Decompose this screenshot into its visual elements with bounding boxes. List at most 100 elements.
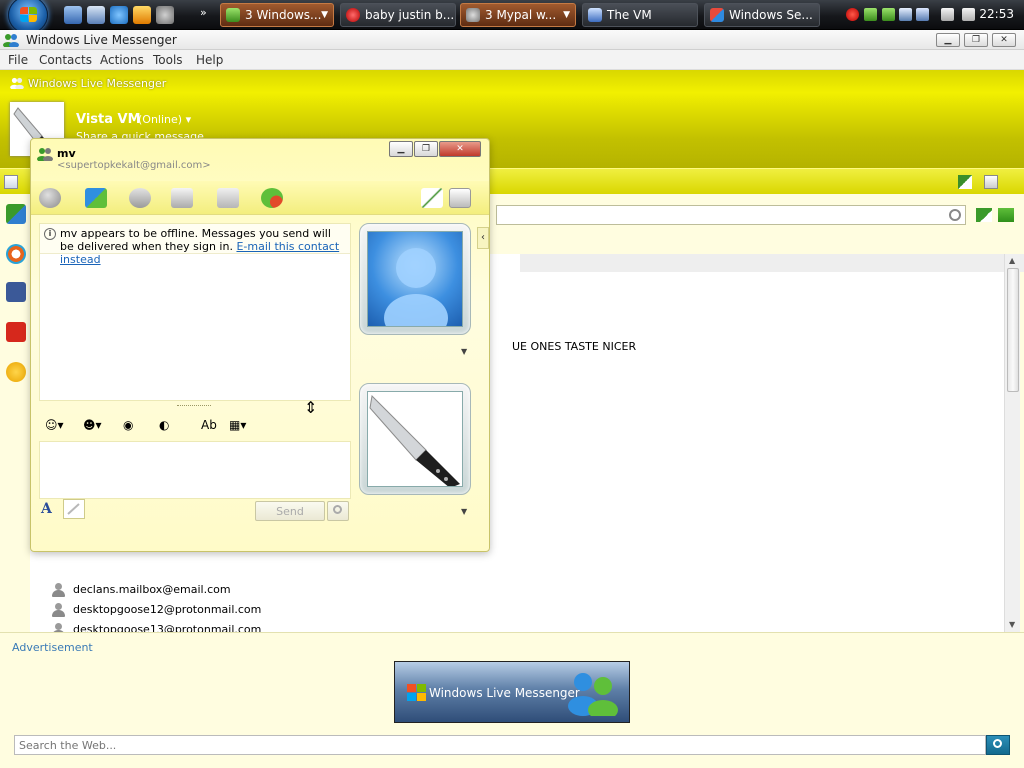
own-picture-dropdown-icon[interactable]: ▼ <box>461 507 467 516</box>
chat-maximize-button[interactable]: ❐ <box>414 141 438 157</box>
volume-icon[interactable] <box>962 8 975 21</box>
menu-tools[interactable]: Tools <box>153 53 183 67</box>
wink-icon[interactable]: ☻▾ <box>83 418 102 436</box>
sun-icon[interactable] <box>6 362 26 382</box>
taskbar: » 3 Windows... ▼ baby justin b... 3 Mypal… <box>0 0 1024 34</box>
paint-brush-icon[interactable] <box>421 188 443 208</box>
background-color-button[interactable] <box>63 499 85 519</box>
chat-minimize-button[interactable]: ▁ <box>389 141 413 157</box>
menu-actions[interactable]: Actions <box>100 53 144 67</box>
conversation-contact-email: <supertopkekalt@gmail.com> <box>57 160 211 171</box>
video-icon[interactable] <box>171 188 193 208</box>
activities-icon[interactable] <box>217 188 239 208</box>
show-menu-icon[interactable] <box>449 188 471 208</box>
browser-icon[interactable] <box>6 244 26 264</box>
switch-windows-icon[interactable] <box>87 6 105 24</box>
customize-icon[interactable] <box>958 175 972 189</box>
messenger-buddies-icon <box>568 673 618 716</box>
internet-explorer-icon[interactable] <box>110 6 128 24</box>
message-input[interactable] <box>40 442 350 498</box>
minimize-button[interactable]: ▁ <box>936 33 960 47</box>
scroll-up-icon[interactable]: ▲ <box>1009 256 1015 265</box>
call-icon[interactable] <box>129 188 151 208</box>
taskbar-button-vm[interactable]: The VM <box>582 3 698 27</box>
splitter-grip[interactable] <box>177 405 211 409</box>
network-icon[interactable] <box>899 8 912 21</box>
windows-logo-icon <box>20 7 38 23</box>
resize-cursor-icon: ⇕ <box>304 398 318 417</box>
share-files-icon[interactable] <box>85 188 107 208</box>
sort-contacts-icon[interactable] <box>998 208 1014 222</box>
menu-file[interactable]: File <box>8 53 28 67</box>
scroll-thumb[interactable] <box>1007 268 1019 392</box>
block-contact-icon[interactable] <box>261 188 283 208</box>
chat-close-button[interactable]: ✕ <box>439 141 481 157</box>
scroll-down-icon[interactable]: ▼ <box>1009 620 1015 629</box>
quicklaunch-overflow-icon[interactable]: » <box>200 6 207 19</box>
search-icon[interactable] <box>949 209 961 221</box>
mail-icon[interactable] <box>4 175 18 189</box>
search-icon <box>333 505 342 514</box>
conversation-window-controls: ▁ ❐ ✕ <box>389 141 481 157</box>
taskbar-button-mypal[interactable]: 3 Mypal w... ▼ <box>460 3 576 27</box>
messenger-logo-icon <box>37 148 53 161</box>
add-contact-icon[interactable] <box>976 208 992 222</box>
search-contacts-input[interactable] <box>496 205 966 225</box>
ad-banner[interactable]: Windows Live Messenger <box>394 661 630 723</box>
mypal-icon <box>466 8 480 22</box>
voice-clip-icon[interactable]: ◐ <box>159 418 169 436</box>
messenger-icon <box>226 8 240 22</box>
security-alert-icon[interactable] <box>846 8 859 21</box>
messenger-logo-icon <box>3 34 19 47</box>
contact-display-picture[interactable] <box>359 223 471 335</box>
ad-area: Advertisement Windows Live Messenger <box>0 632 1024 768</box>
message-input-area[interactable] <box>39 441 351 499</box>
online-status[interactable]: (Online) ▾ <box>138 113 191 126</box>
search-button[interactable] <box>327 501 349 521</box>
contact-list-scrollbar[interactable]: ▲ ▼ <box>1004 254 1020 632</box>
conversation-contact-name: mv <box>57 147 76 160</box>
menu-contacts[interactable]: Contacts <box>39 53 92 67</box>
computer-icon <box>588 8 602 22</box>
background-picture-icon[interactable]: ▦▾ <box>229 418 246 436</box>
messenger-status-icon[interactable] <box>882 8 895 21</box>
close-button[interactable]: ✕ <box>992 33 1016 47</box>
font-button[interactable]: A <box>41 501 52 517</box>
clock[interactable]: 22:53 <box>979 7 1014 21</box>
taskbar-button-security[interactable]: Windows Se... <box>704 3 820 27</box>
menu-help[interactable]: Help <box>196 53 223 67</box>
facebook-icon[interactable] <box>6 282 26 302</box>
media-player-icon[interactable] <box>133 6 151 24</box>
maximize-button[interactable]: ❐ <box>964 33 988 47</box>
monitor-icon[interactable] <box>916 8 929 21</box>
contact-status-icon <box>52 583 65 597</box>
conversation-toolbar <box>31 181 489 215</box>
invite-contact-icon[interactable] <box>39 188 61 208</box>
messenger-tray-icon[interactable] <box>864 8 877 21</box>
own-display-picture[interactable] <box>359 383 471 495</box>
start-button[interactable] <box>8 0 48 34</box>
youtube-icon[interactable] <box>6 322 26 342</box>
messenger-logo-icon <box>10 77 24 89</box>
contacts-icon[interactable] <box>6 204 26 224</box>
emoticon-icon[interactable]: ☺▾ <box>45 418 64 436</box>
default-user-icon <box>384 248 448 326</box>
send-button[interactable]: Send <box>255 501 325 521</box>
show-menu-icon[interactable] <box>984 175 998 189</box>
web-search-field[interactable] <box>14 735 986 755</box>
handwriting-icon[interactable]: Ab <box>201 418 217 436</box>
conversation-window: mv <supertopkekalt@gmail.com> ▁ ❐ ✕ i mv… <box>30 138 490 552</box>
power-icon[interactable] <box>941 8 954 21</box>
brand-label: Windows Live Messenger <box>28 77 167 90</box>
display-name[interactable]: Vista VM <box>76 112 141 127</box>
contact-personal-message: UE ONES TASTE NICER <box>512 340 637 353</box>
taskbar-button-windows[interactable]: 3 Windows... ▼ <box>220 3 334 27</box>
nudge-icon[interactable]: ◉ <box>123 418 133 436</box>
contact-picture-dropdown-icon[interactable]: ▼ <box>461 347 467 356</box>
web-search-input[interactable] <box>15 736 985 754</box>
show-desktop-icon[interactable] <box>64 6 82 24</box>
mypal-icon[interactable] <box>156 6 174 24</box>
collapse-pictures-button[interactable]: ‹ <box>477 227 489 249</box>
taskbar-button-youtube[interactable]: baby justin b... <box>340 3 456 27</box>
web-search-button[interactable] <box>986 735 1010 755</box>
